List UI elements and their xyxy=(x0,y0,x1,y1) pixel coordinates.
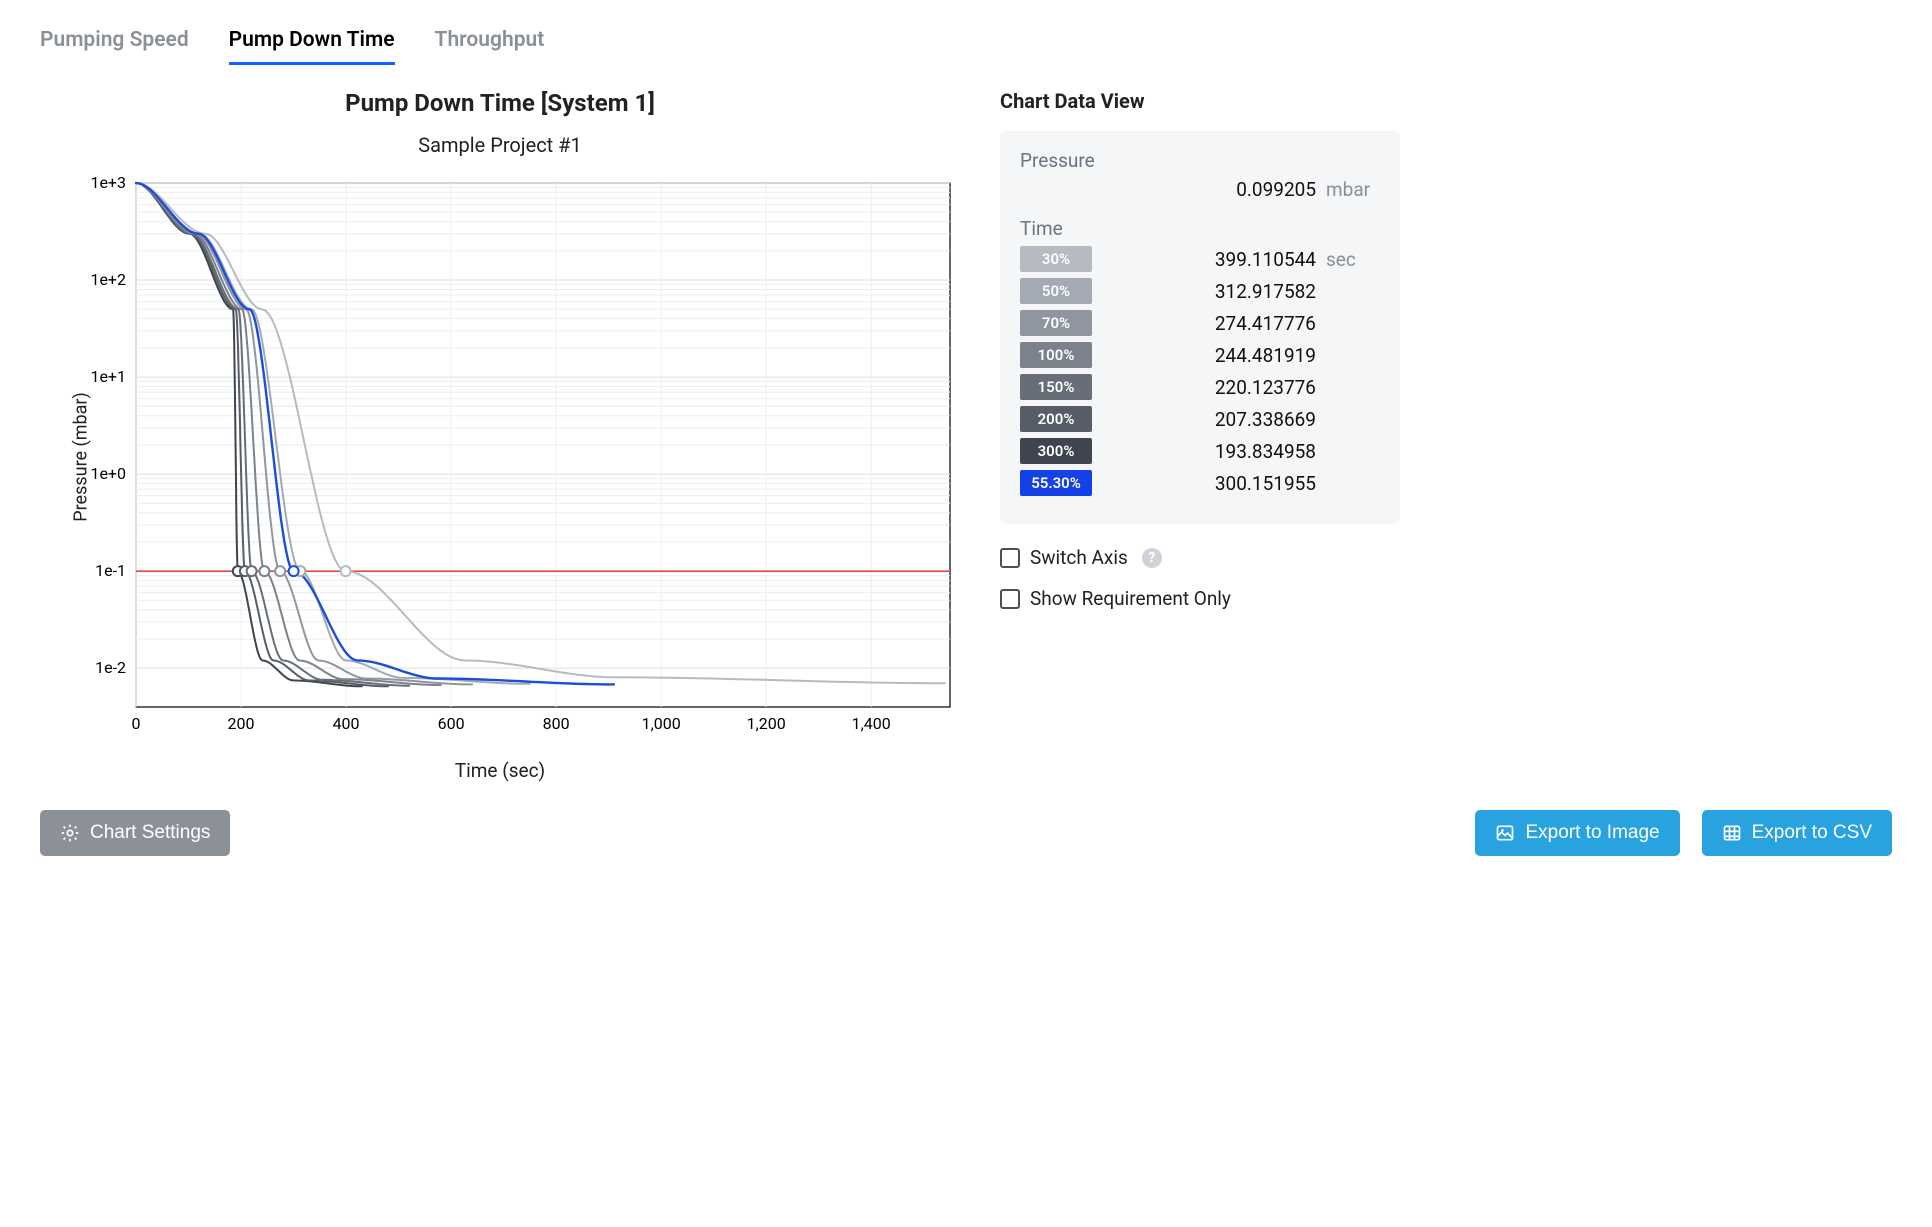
svg-text:1,000: 1,000 xyxy=(642,714,681,733)
time-row: 200% 207.338669 xyxy=(1020,406,1380,432)
show-requirement-only-row[interactable]: Show Requirement Only xyxy=(1000,587,1892,610)
switch-axis-row[interactable]: Switch Axis ? xyxy=(1000,546,1892,569)
svg-text:800: 800 xyxy=(543,714,570,733)
y-axis-label: Pressure (mbar) xyxy=(70,392,91,522)
time-row: 50% 312.917582 xyxy=(1020,278,1380,304)
show-requirement-only-label: Show Requirement Only xyxy=(1030,587,1231,610)
time-row: 150% 220.123776 xyxy=(1020,374,1380,400)
series-badge: 70% xyxy=(1020,310,1092,336)
series-badge: 300% xyxy=(1020,438,1092,464)
chart-subtitle: Sample Project #1 xyxy=(418,133,581,157)
time-value: 207.338669 xyxy=(1106,408,1316,431)
help-icon[interactable]: ? xyxy=(1142,548,1162,568)
data-panel: Pressure 0.099205 mbar Time 30% 399.11054… xyxy=(1000,131,1400,524)
series-badge: 100% xyxy=(1020,342,1092,368)
show-requirement-only-checkbox[interactable] xyxy=(1000,589,1020,609)
switch-axis-checkbox[interactable] xyxy=(1000,548,1020,568)
tabs: Pumping Speed Pump Down Time Throughput xyxy=(40,28,1892,65)
chart-settings-label: Chart Settings xyxy=(90,822,210,844)
x-axis-label: Time (sec) xyxy=(455,759,545,782)
chart-plot-area: Pressure (mbar) 1e-2 1e-1 1e+0 1e+1 1e+2 1e+3… xyxy=(40,177,960,737)
chart-column: Pump Down Time [System 1] Sample Project… xyxy=(40,83,960,782)
series-badge: 200% xyxy=(1020,406,1092,432)
series-badge: 150% xyxy=(1020,374,1092,400)
time-value: 220.123776 xyxy=(1106,376,1316,399)
svg-text:1e+2: 1e+2 xyxy=(90,270,126,289)
tab-throughput[interactable]: Throughput xyxy=(435,28,545,65)
chart-settings-button[interactable]: Chart Settings xyxy=(40,810,230,856)
svg-text:1e+3: 1e+3 xyxy=(90,177,126,192)
time-row: 30% 399.110544 sec xyxy=(1020,246,1380,272)
export-to-csv-label: Export to CSV xyxy=(1752,822,1872,844)
svg-text:1e+1: 1e+1 xyxy=(90,367,126,386)
time-value: 193.834958 xyxy=(1106,440,1316,463)
chart-svg: 1e-2 1e-1 1e+0 1e+1 1e+2 1e+3 0 200 400 600 800 1,0… xyxy=(40,177,960,737)
svg-text:1e-1: 1e-1 xyxy=(95,561,126,580)
svg-text:1,200: 1,200 xyxy=(747,714,786,733)
series-badge: 50% xyxy=(1020,278,1092,304)
time-row: 100% 244.481919 xyxy=(1020,342,1380,368)
pressure-value: 0.099205 xyxy=(1020,178,1316,201)
svg-text:1,400: 1,400 xyxy=(852,714,891,733)
table-icon xyxy=(1722,823,1742,843)
svg-text:1e-2: 1e-2 xyxy=(95,658,126,677)
chart-data-view: Chart Data View Pressure 0.099205 mbar T… xyxy=(1000,83,1892,782)
svg-text:0: 0 xyxy=(132,714,141,733)
time-row: 55.30% 300.151955 xyxy=(1020,470,1380,496)
pressure-label: Pressure xyxy=(1020,149,1380,172)
export-to-csv-button[interactable]: Export to CSV xyxy=(1702,810,1892,856)
time-row: 70% 274.417776 xyxy=(1020,310,1380,336)
chart-data-view-title: Chart Data View xyxy=(1000,89,1892,113)
time-unit: sec xyxy=(1326,248,1380,271)
tab-pumping-speed[interactable]: Pumping Speed xyxy=(40,28,189,65)
footer: Chart Settings Export to Image Export to… xyxy=(40,810,1892,856)
chart-title: Pump Down Time [System 1] xyxy=(345,89,655,117)
time-value: 399.110544 xyxy=(1106,248,1316,271)
svg-text:1e+0: 1e+0 xyxy=(90,464,126,483)
pressure-unit: mbar xyxy=(1326,178,1380,201)
time-value: 274.417776 xyxy=(1106,312,1316,335)
export-to-image-button[interactable]: Export to Image xyxy=(1475,810,1679,856)
image-icon xyxy=(1495,823,1515,843)
export-to-image-label: Export to Image xyxy=(1525,822,1659,844)
gear-icon xyxy=(60,823,80,843)
time-row: 300% 193.834958 xyxy=(1020,438,1380,464)
series-badge: 30% xyxy=(1020,246,1092,272)
time-value: 244.481919 xyxy=(1106,344,1316,367)
series-badge: 55.30% xyxy=(1020,470,1092,496)
svg-text:400: 400 xyxy=(333,714,360,733)
svg-text:600: 600 xyxy=(438,714,465,733)
time-value: 300.151955 xyxy=(1106,472,1316,495)
time-value: 312.917582 xyxy=(1106,280,1316,303)
time-label: Time xyxy=(1020,217,1380,240)
switch-axis-label: Switch Axis xyxy=(1030,546,1128,569)
svg-text:200: 200 xyxy=(228,714,255,733)
tab-pump-down-time[interactable]: Pump Down Time xyxy=(229,28,395,65)
